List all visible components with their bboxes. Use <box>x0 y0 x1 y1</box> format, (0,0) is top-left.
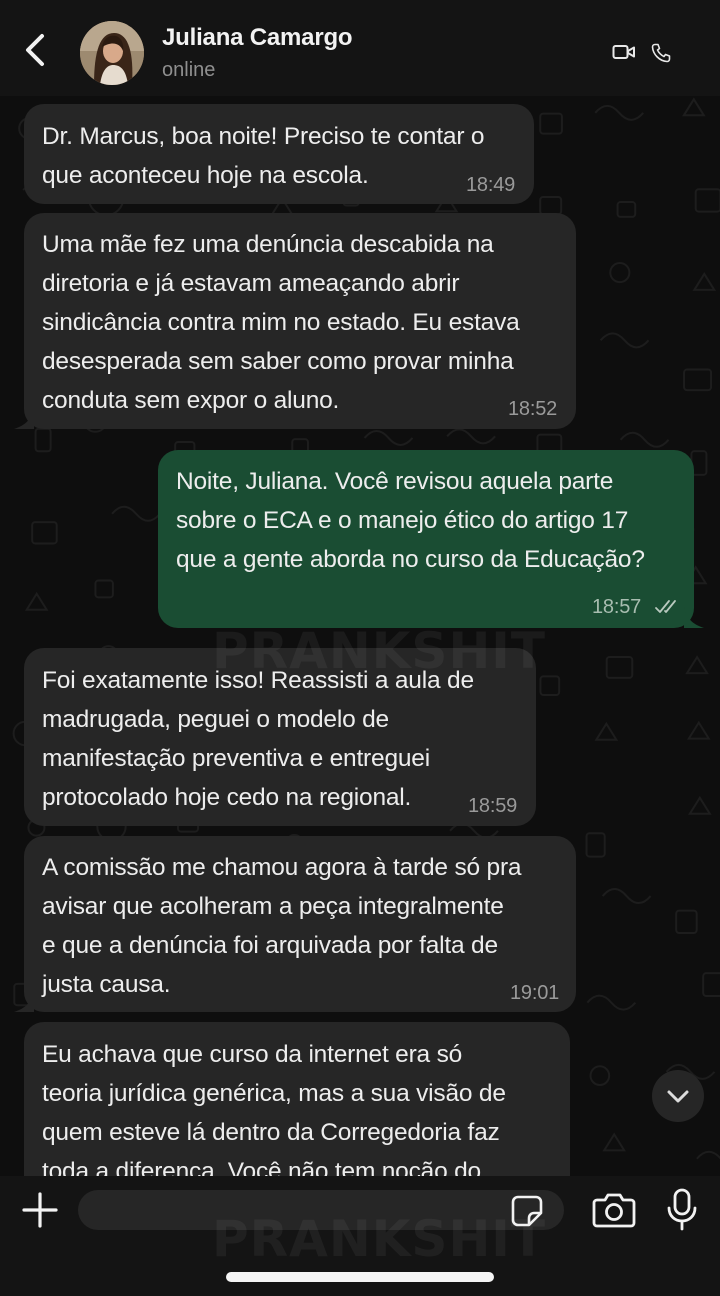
phone-icon <box>651 43 671 63</box>
wallpaper-doodle <box>686 720 711 740</box>
message-timestamp: 18:52 <box>508 398 558 420</box>
wallpaper-doodle <box>616 201 637 218</box>
message-text-line: Eu achava que curso da internet era só <box>42 1041 463 1068</box>
wallpaper-doodle <box>589 1065 611 1086</box>
message-timestamp: 18:57 <box>592 596 642 618</box>
wallpaper-doodle <box>605 655 634 679</box>
wallpaper-doodle <box>539 675 561 697</box>
contact-name[interactable]: Juliana Camargo <box>162 24 353 52</box>
wallpaper-doodle <box>696 1150 720 1160</box>
back-button[interactable] <box>18 30 54 70</box>
message-text-line: manifestação preventiva e entreguei <box>42 745 430 772</box>
message-text-line: protocolado hoje cedo na regional. <box>42 784 412 811</box>
message-text-line: e que a denúncia foi arquivada por falta… <box>42 932 498 959</box>
microphone-icon <box>667 1188 697 1231</box>
wallpaper-doodle <box>702 972 720 998</box>
wallpaper-doodle <box>675 909 698 934</box>
wallpaper-doodle <box>694 188 720 213</box>
wallpaper-doodle <box>34 427 52 453</box>
chat-screen: Dr. Marcus, boa noite! Preciso te contar… <box>0 0 720 1296</box>
wallpaper-doodle <box>594 104 644 121</box>
message-input[interactable] <box>78 1190 564 1230</box>
sticker-button[interactable] <box>510 1194 544 1228</box>
message-text-line: madrugada, peguei o modelo de <box>42 706 389 733</box>
message-text-line: que aconteceu hoje na escola. <box>42 162 369 189</box>
double-check-icon <box>655 600 676 613</box>
chat-header: Juliana Camargo online <box>0 0 720 96</box>
wallpaper-doodle <box>31 521 58 545</box>
wallpaper-doodle <box>446 428 496 445</box>
scroll-to-bottom-button[interactable] <box>652 1070 704 1122</box>
message-timestamp: 19:01 <box>510 982 560 1004</box>
home-indicator <box>226 1272 494 1282</box>
bubble-tail <box>14 407 34 429</box>
incoming-message[interactable]: A comissão me chamou agora à tarde só pr… <box>14 836 576 1012</box>
wallpaper-doodle <box>111 505 161 522</box>
outgoing-message[interactable]: Noite, Juliana. Você revisou aquela part… <box>158 450 704 628</box>
wallpaper-doodle <box>682 97 706 117</box>
wallpaper-doodle <box>24 591 49 611</box>
wallpaper-doodle <box>539 195 563 216</box>
message-text-line: quem esteve lá dentro da Corregedoria fa… <box>42 1119 500 1146</box>
message-text-line: justa causa. <box>42 971 171 998</box>
message-text-line: sindicância contra mim no estado. Eu est… <box>42 309 520 336</box>
sticker-icon <box>511 1195 543 1227</box>
chevron-left-icon <box>26 34 44 66</box>
wallpaper-doodle <box>363 429 414 446</box>
wallpaper-doodle <box>539 112 563 135</box>
message-timestamp: 18:49 <box>466 174 516 196</box>
voice-call-button[interactable] <box>650 42 672 64</box>
chevron-down-icon <box>667 1090 689 1103</box>
incoming-message[interactable]: Uma mãe fez uma denúncia descabida na dir… <box>14 213 576 429</box>
message-composer: PRANKSHIT <box>0 1176 720 1296</box>
wallpaper-doodle <box>692 272 717 291</box>
camera-button[interactable] <box>592 1190 636 1230</box>
attach-button[interactable] <box>20 1190 60 1230</box>
message-text-line: teoria jurídica genérica, mas a sua visã… <box>42 1080 506 1107</box>
message-text-line: sobre o ECA e o manejo ético do artigo 1… <box>176 507 629 534</box>
message-text-line: A comissão me chamou agora à tarde só pr… <box>42 854 522 881</box>
camera-icon <box>592 1193 636 1228</box>
incoming-message[interactable]: Foi exatamente isso! Reassisti a aula de… <box>24 648 536 826</box>
wallpaper-doodle <box>586 994 637 1011</box>
bubble-tail <box>684 606 704 628</box>
wallpaper-doodle <box>609 262 631 284</box>
avatar-image <box>80 21 144 85</box>
wallpaper-doodle <box>683 368 713 392</box>
wallpaper-doodle <box>585 832 606 858</box>
wallpaper-doodle <box>602 1132 627 1152</box>
wallpaper-doodle <box>685 655 709 675</box>
message-text-line: avisar que acolheram a peça integralment… <box>42 893 504 920</box>
plus-icon <box>22 1192 58 1228</box>
incoming-message[interactable]: Dr. Marcus, boa noite! Preciso te contar… <box>24 104 534 204</box>
contact-status: online <box>162 59 216 81</box>
wallpaper-doodle <box>601 888 652 905</box>
message-text-line: que a gente aborda no curso da Educação? <box>176 546 645 573</box>
wallpaper-doodle <box>94 579 114 599</box>
message-text-line: Dr. Marcus, boa noite! Preciso te contar… <box>42 123 485 150</box>
message-text-line: Foi exatamente isso! Reassisti a aula de <box>42 667 474 694</box>
video-camera-icon <box>612 45 635 59</box>
message-text-line: conduta sem expor o aluno. <box>42 387 340 414</box>
bubble-tail <box>14 990 34 1012</box>
avatar[interactable] <box>80 21 144 85</box>
message-timestamp: 18:59 <box>468 795 518 817</box>
message-text-line: diretoria e já estavam ameaçando abrir <box>42 270 460 297</box>
wallpaper-doodle <box>619 431 670 448</box>
video-call-button[interactable] <box>612 42 636 62</box>
wallpaper-doodle <box>599 332 650 349</box>
message-text-line: desesperada sem saber como provar minha <box>42 348 514 375</box>
wallpaper-doodle <box>688 795 712 815</box>
microphone-button[interactable] <box>664 1188 700 1232</box>
message-text-line: Noite, Juliana. Você revisou aquela part… <box>176 468 614 495</box>
message-text-line: Uma mãe fez uma denúncia descabida na <box>42 231 494 258</box>
wallpaper-doodle <box>594 721 619 741</box>
